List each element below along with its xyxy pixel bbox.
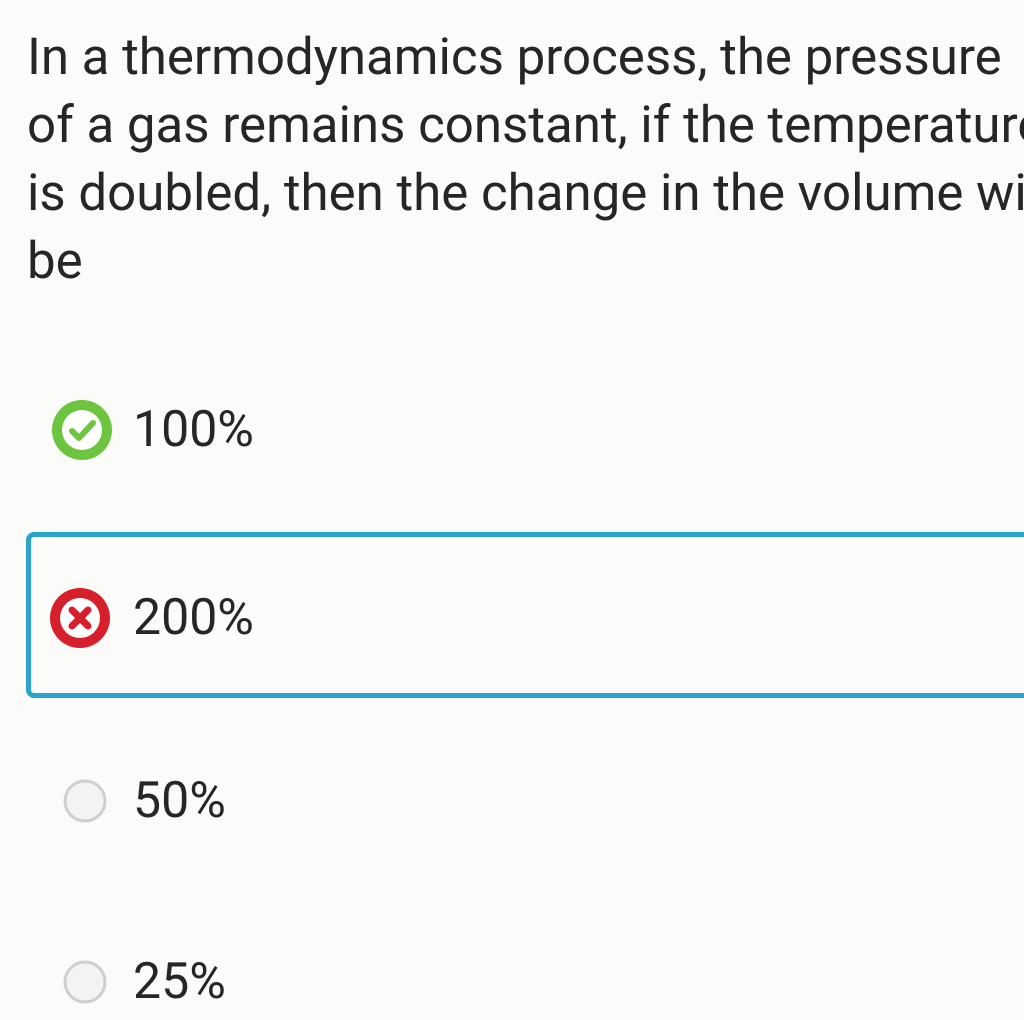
option-100-percent[interactable]: 100% [0,395,1024,465]
option-label: 50% [133,772,226,830]
question-line: is doubled, then the change in the volum… [27,164,1024,223]
option-25-percent[interactable]: 25% [0,947,1024,1017]
option-50-percent[interactable]: 50% [0,766,1024,836]
question-line: of a gas remains constant, if the temper… [27,96,1024,155]
radio-icon [63,779,107,823]
question-line: In a thermodynamics process, the pressur… [27,28,1002,87]
check-circle-icon [52,400,112,460]
option-label: 25% [133,953,226,1011]
cross-circle-icon [50,588,110,648]
option-label: 100% [133,401,254,459]
option-label: 200% [133,589,254,647]
question-text: In a thermodynamics process, the pressur… [27,24,1024,296]
question-line: be [27,232,83,291]
option-200-percent[interactable]: 200% [0,583,1024,653]
radio-icon [63,960,107,1004]
